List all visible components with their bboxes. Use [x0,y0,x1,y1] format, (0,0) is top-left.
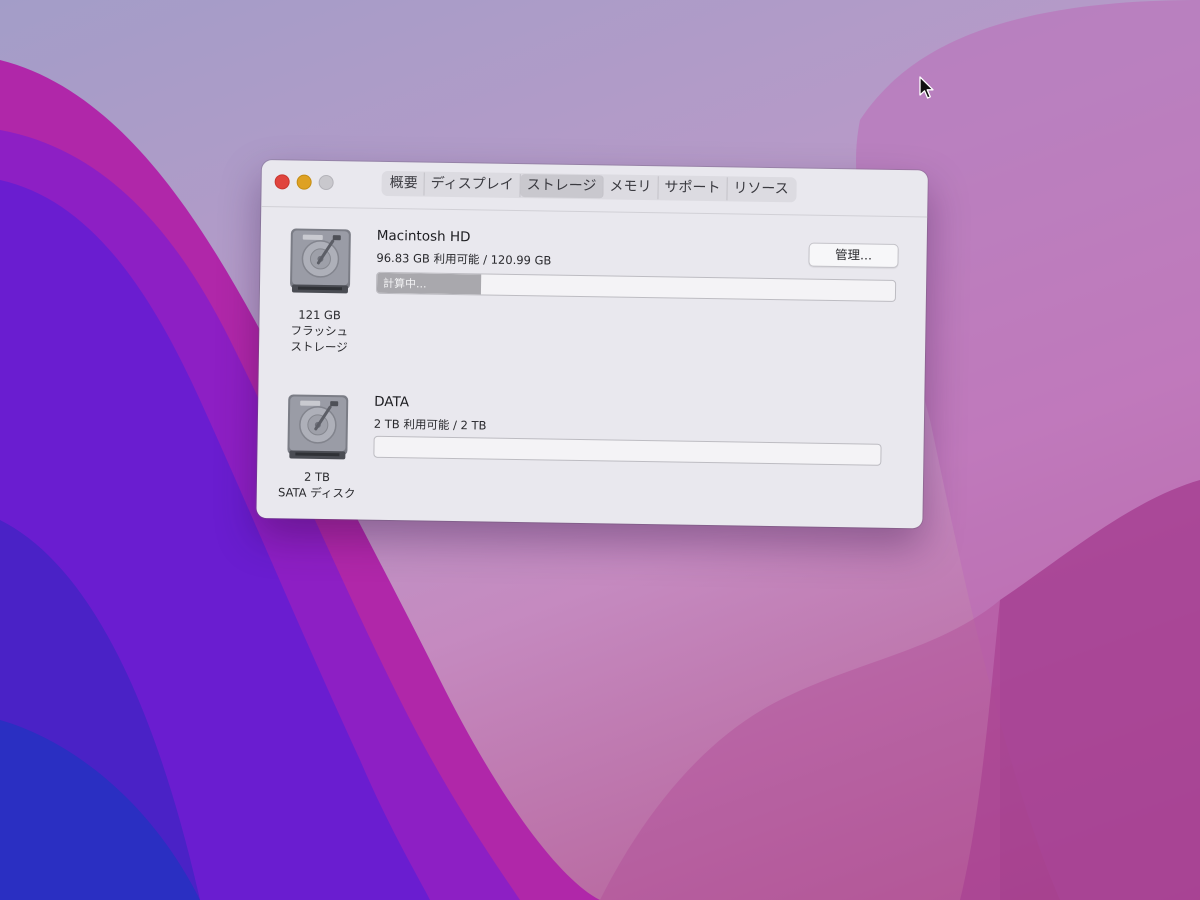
drive-capacity: 2 TB [303,469,331,485]
drive-capacity: 121 GB [298,307,341,323]
drive-capacity-caption: 2 TB SATA ディスク [267,468,367,502]
close-button-icon[interactable] [274,174,290,190]
title-bar: 概要 ディスプレイ ストレージ メモリ サポート リソース [261,160,928,218]
drive-name: Macintosh HD [376,227,471,246]
drive-usage-text: 96.83 GB 利用可能 / 120.99 GB [376,250,552,268]
drive-usage-text: 2 TB 利用可能 / 2 TB [373,416,487,433]
tab-displays[interactable]: ディスプレイ [424,172,521,198]
tab-bar: 概要 ディスプレイ ストレージ メモリ サポート リソース [381,170,797,203]
mouse-pointer-icon [919,76,934,99]
drive-type-line1: SATA ディスク [278,485,356,501]
storage-usage-bar: 計算中... [375,271,897,302]
drive-type-line2: ストレージ [290,339,348,355]
drive-name: DATA [374,393,410,411]
calculating-label: 計算中... [382,276,427,291]
tab-resources[interactable]: リソース [727,177,795,201]
tab-memory[interactable]: メモリ [603,175,659,200]
about-this-mac-window: 概要 ディスプレイ ストレージ メモリ サポート リソース 121 GB フラッ… [256,160,928,529]
drive-type-line1: フラッシュ [290,323,349,339]
minimize-button-icon[interactable] [296,174,312,190]
hard-drive-icon [290,228,351,294]
storage-usage-bar [373,435,882,466]
tab-storage[interactable]: ストレージ [520,174,604,199]
tab-overview[interactable]: 概要 [383,171,425,196]
manage-button[interactable]: 管理... [808,242,899,269]
drive-capacity-caption: 121 GB フラッシュ ストレージ [269,306,370,356]
hard-drive-icon [287,394,349,460]
zoom-button-icon[interactable] [318,174,334,191]
tab-support[interactable]: サポート [658,176,728,201]
desktop: 概要 ディスプレイ ストレージ メモリ サポート リソース 121 GB フラッ… [0,0,1200,900]
